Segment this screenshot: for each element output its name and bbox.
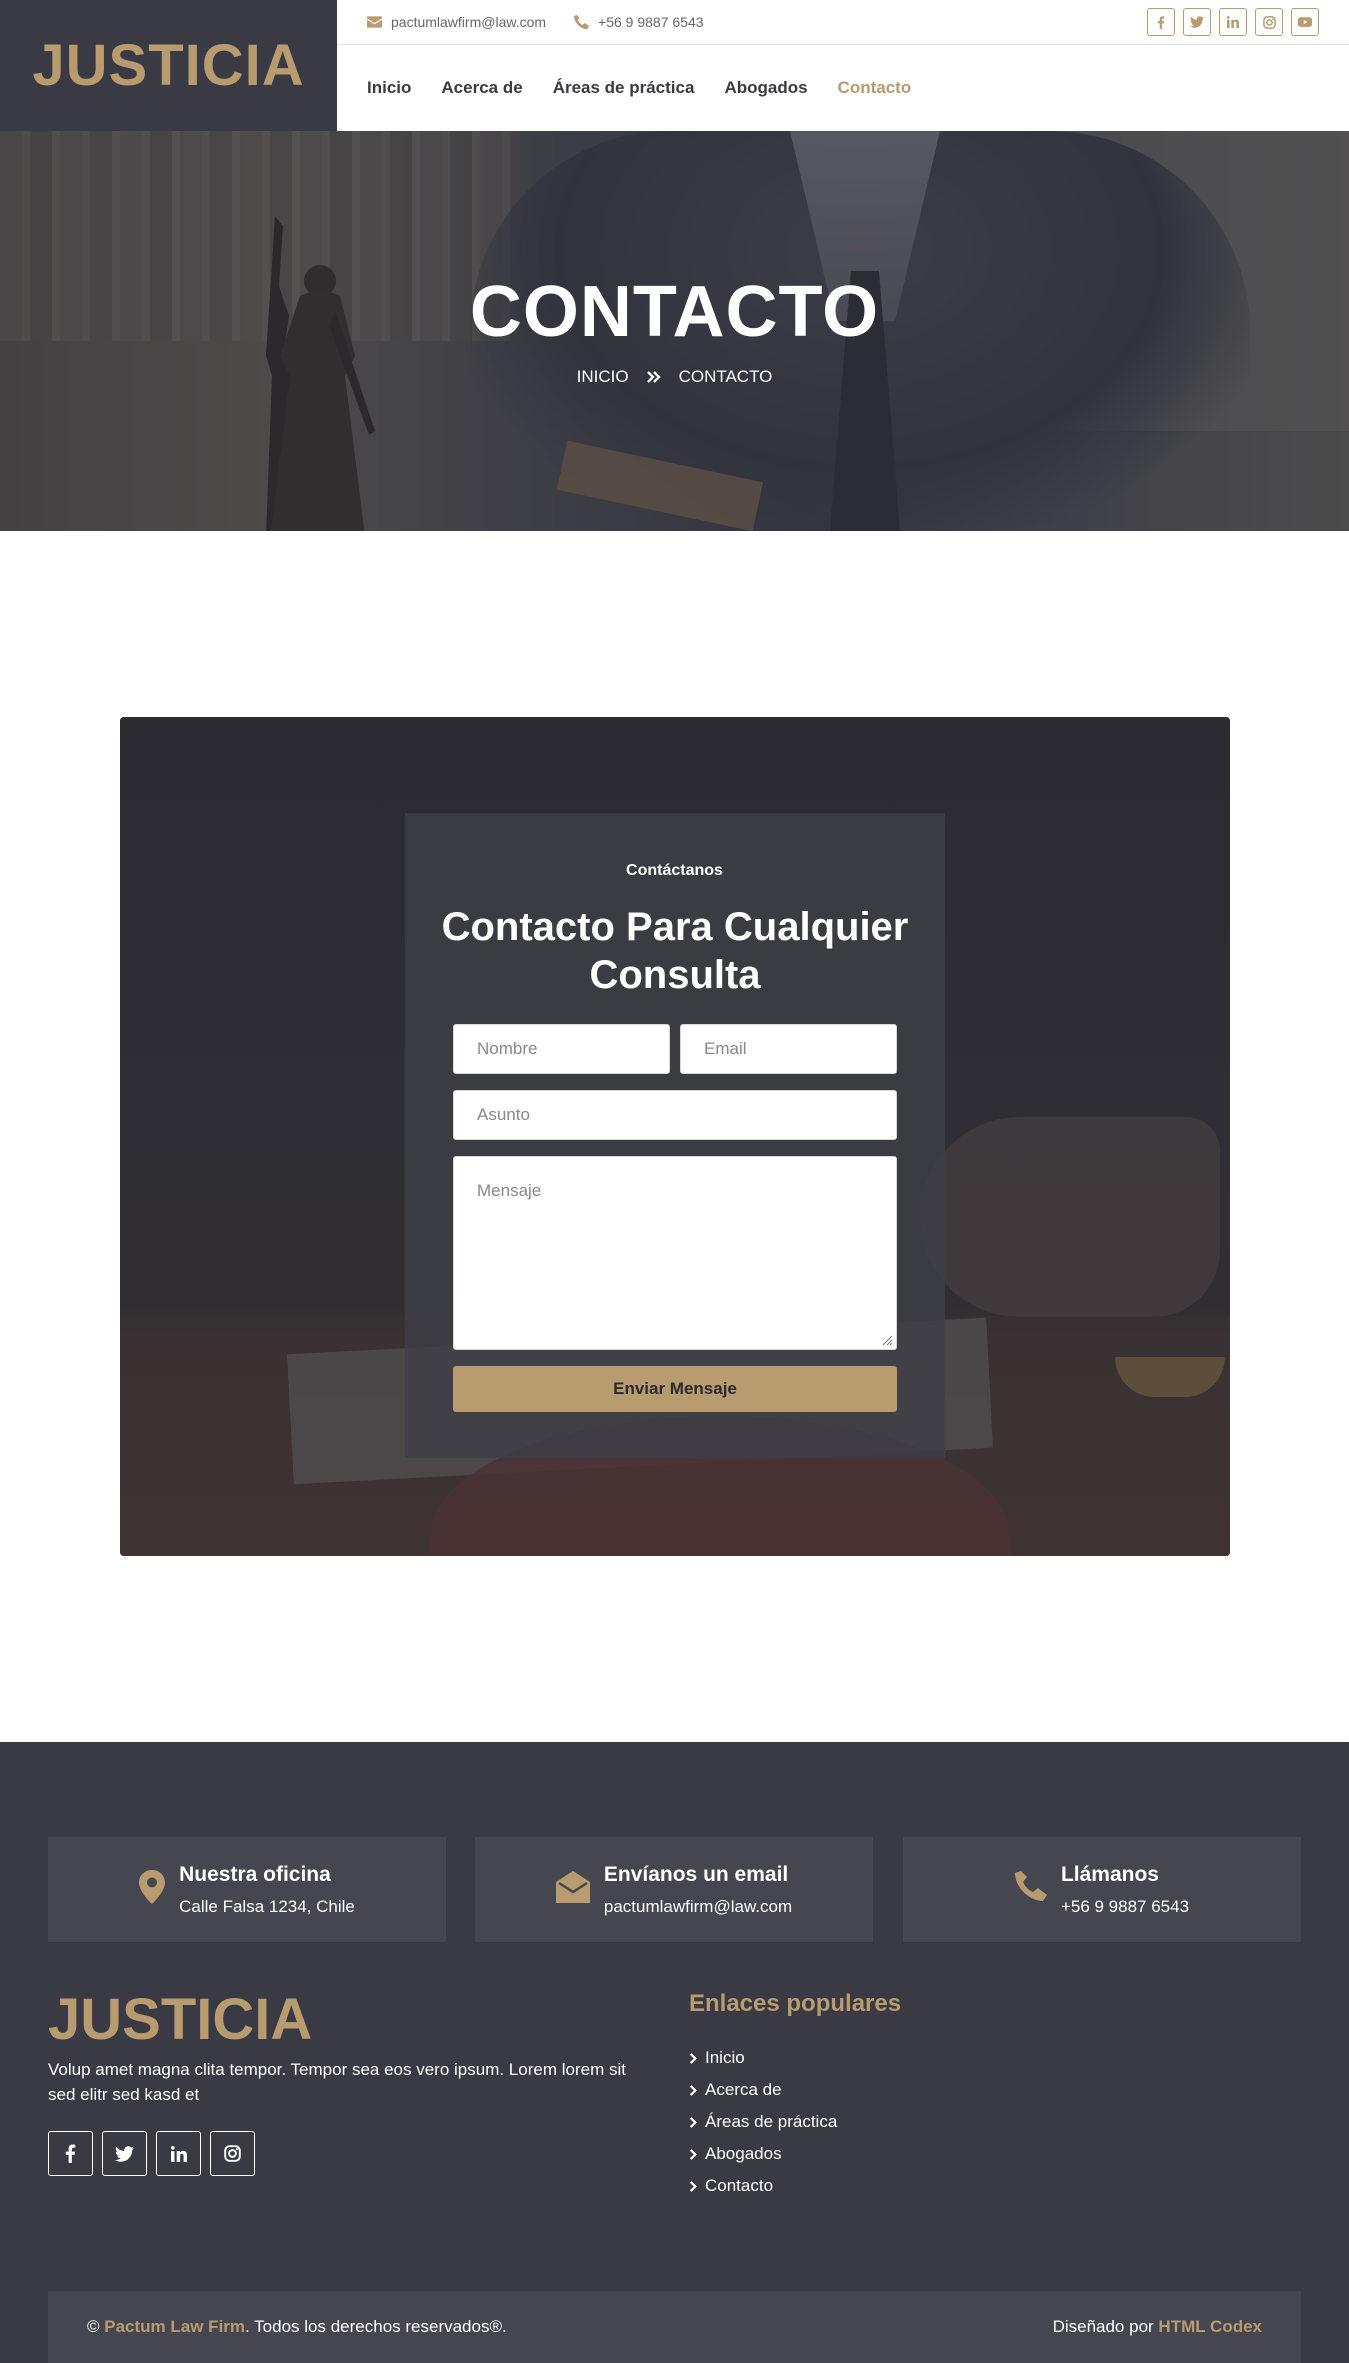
phone-icon (1014, 1870, 1047, 1901)
nav-item-areas-de-practica[interactable]: Áreas de práctica (553, 78, 695, 98)
topbar-phone: +56 9 9887 6543 (574, 14, 704, 30)
main-nav: Inicio Acerca de Áreas de práctica Aboga… (337, 45, 1349, 131)
subject-input[interactable]: Asunto (453, 1090, 897, 1140)
topbar-email-text: pactumlawfirm@law.com (391, 14, 547, 30)
topbar-email: pactumlawfirm@law.com (367, 14, 546, 30)
linkedin-icon[interactable] (1219, 8, 1247, 36)
map-pin-icon (139, 1869, 166, 1904)
page-title: CONTACTO (469, 272, 880, 352)
double-chevron-right-icon (646, 371, 661, 383)
brand-block: JUSTICIA (0, 0, 337, 131)
footer-link-label: Acerca de (705, 2080, 782, 2099)
instagram-icon[interactable] (210, 2131, 255, 2176)
contact-heading: Contacto Para Cualquier Consulta (441, 905, 909, 997)
info-box-email: Envíanos un email pactumlawfirm@law.com (475, 1837, 873, 1942)
brand-logo[interactable]: JUSTICIA (32, 32, 304, 99)
chevron-right-icon (689, 2116, 697, 2128)
topbar-phone-text: +56 9 9887 6543 (598, 14, 704, 30)
info-office-title: Nuestra oficina (179, 1862, 331, 1886)
envelope-open-icon (555, 1870, 590, 1903)
nav-item-contacto[interactable]: Contacto (838, 78, 912, 98)
footer-link-contacto[interactable]: Contacto (689, 2170, 837, 2202)
breadcrumb-home[interactable]: INICIO (577, 367, 629, 387)
info-phone-text[interactable]: +56 9 9887 6543 (1061, 1897, 1189, 1917)
send-message-button[interactable]: Enviar Mensaje (453, 1366, 897, 1412)
email-input[interactable]: Email (680, 1024, 897, 1074)
popular-links-title: Enlaces populares (689, 1990, 902, 2017)
footer-logo[interactable]: JUSTICIA (48, 1986, 312, 2053)
copyright-bar: © Pactum Law Firm. Todos los derechos re… (48, 2291, 1301, 2363)
designer-link[interactable]: HTML Codex (1158, 2317, 1262, 2336)
copyright-brand-link[interactable]: Pactum Law Firm (104, 2317, 245, 2337)
info-email-title: Envíanos un email (603, 1862, 789, 1886)
message-placeholder: Mensaje (477, 1181, 542, 1200)
footer-description: Volup amet magna clita tempor. Tempor se… (48, 2060, 626, 2104)
footer-link-inicio[interactable]: Inicio (689, 2042, 837, 2074)
chevron-right-icon (689, 2148, 697, 2160)
instagram-icon[interactable] (1255, 8, 1283, 36)
twitter-icon[interactable] (1183, 8, 1211, 36)
youtube-icon[interactable] (1291, 8, 1319, 36)
message-textarea[interactable]: Mensaje (453, 1156, 897, 1350)
footer-link-acerca-de[interactable]: Acerca de (689, 2074, 837, 2106)
facebook-icon[interactable] (1147, 8, 1175, 36)
footer-link-areas-de-practica[interactable]: Áreas de práctica (689, 2106, 837, 2138)
copyright-text: . Todos los derechos reservados®. (245, 2317, 507, 2336)
footer-link-label: Contacto (705, 2176, 774, 2195)
info-phone-title: Llámanos (1060, 1862, 1159, 1886)
footer-link-label: Inicio (705, 2048, 745, 2067)
resize-handle-icon[interactable] (882, 1335, 893, 1346)
popular-links-list: Inicio Acerca de Áreas de práctica Aboga… (689, 2042, 837, 2202)
designed-by: Diseñado por HTML Codex (1053, 2317, 1262, 2337)
designed-by-label: Diseñado por (1052, 2317, 1154, 2336)
linkedin-icon[interactable] (156, 2131, 201, 2176)
hero-banner: CONTACTO INICIO CONTACTO (0, 131, 1349, 531)
chevron-right-icon (689, 2180, 697, 2192)
nav-item-abogados[interactable]: Abogados (724, 78, 807, 98)
info-box-phone: Llámanos +56 9 9887 6543 (903, 1837, 1301, 1942)
footer-link-abogados[interactable]: Abogados (689, 2138, 837, 2170)
breadcrumb: INICIO CONTACTO (0, 367, 1349, 387)
topbar: pactumlawfirm@law.com +56 9 9887 6543 (337, 0, 1349, 45)
chevron-right-icon (689, 2084, 697, 2096)
envelope-icon (367, 16, 382, 28)
name-input[interactable]: Nombre (453, 1024, 670, 1074)
nav-item-acerca-de[interactable]: Acerca de (441, 78, 522, 98)
breadcrumb-current: CONTACTO (678, 367, 773, 386)
phone-icon (574, 14, 590, 29)
chevron-right-icon (689, 2052, 697, 2064)
copyright-symbol: © (87, 2317, 100, 2336)
nav-item-inicio[interactable]: Inicio (367, 78, 411, 98)
footer-link-label: Áreas de práctica (705, 2112, 838, 2131)
info-box-office: Nuestra oficina Calle Falsa 1234, Chile (48, 1837, 446, 1942)
twitter-icon[interactable] (102, 2131, 147, 2176)
footer-socials (48, 2131, 255, 2176)
contact-kicker: Contáctanos (626, 862, 723, 879)
info-office-text: Calle Falsa 1234, Chile (179, 1896, 355, 1916)
footer-link-label: Abogados (705, 2144, 782, 2163)
facebook-icon[interactable] (48, 2131, 93, 2176)
info-email-text[interactable]: pactumlawfirm@law.com (604, 1897, 792, 1917)
topbar-socials (1147, 8, 1319, 36)
